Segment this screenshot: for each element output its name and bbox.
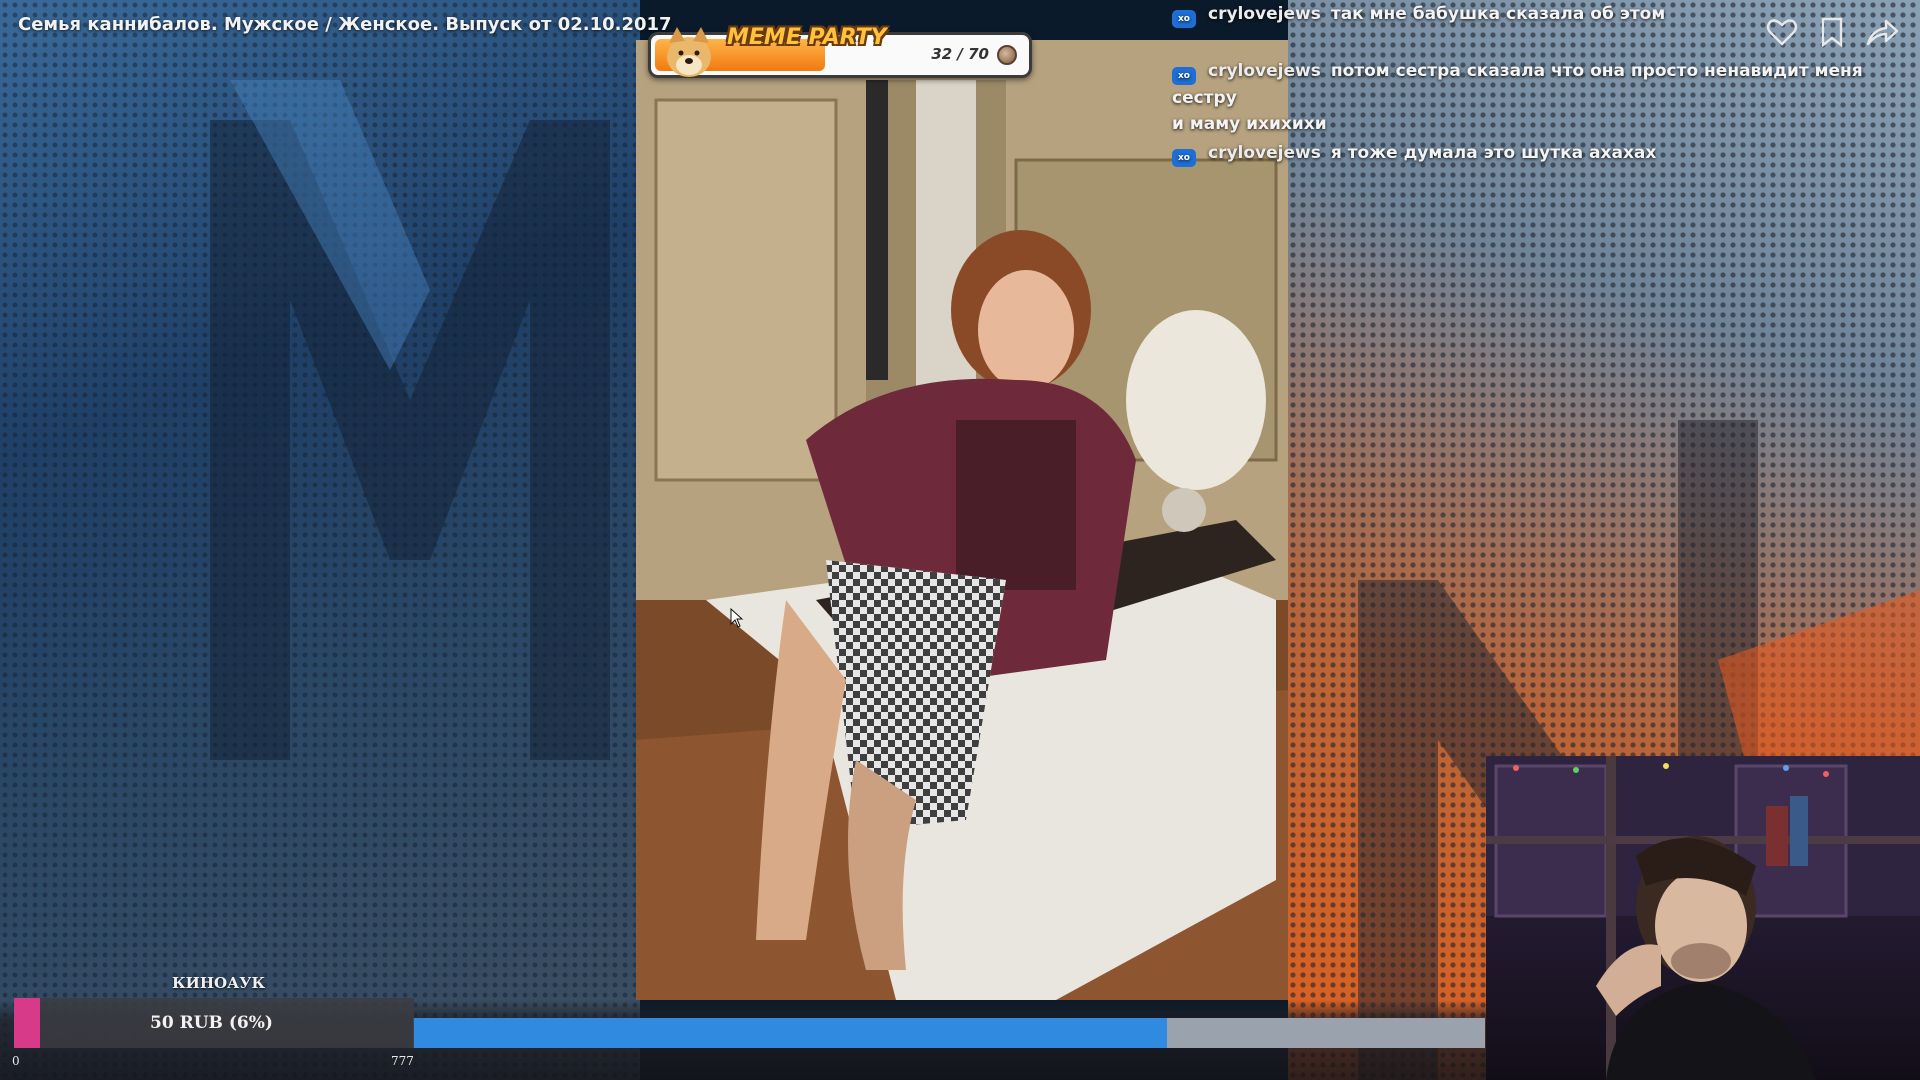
avatar-coin-icon	[997, 45, 1017, 65]
background-letter-m	[210, 80, 610, 760]
meme-party-widget: MEME PARTY 32 / 70	[648, 25, 1032, 78]
donation-scale-min: 0	[12, 1054, 20, 1068]
video-photo	[636, 40, 1288, 1000]
chat-badge-icon: xo	[1172, 10, 1196, 28]
doge-icon	[667, 27, 711, 77]
chat-text: я тоже думала это шутка ахахах	[1330, 143, 1657, 163]
share-icon[interactable]	[1864, 14, 1900, 50]
chat-text-continued: и маму ихихихи	[1172, 114, 1327, 134]
donation-scale-max: 777	[391, 1054, 414, 1068]
bookmark-icon[interactable]	[1814, 14, 1850, 50]
background-left-panel	[0, 0, 640, 1080]
meme-party-title: MEME PARTY	[727, 25, 887, 50]
video-progress-fill	[413, 1018, 1167, 1048]
chat-badge-icon: xo	[1172, 67, 1196, 85]
chat-message: xo crylovejews я тоже думала это шутка аха…	[1172, 140, 1892, 167]
chat-text: так мне бабушка сказала об этом	[1330, 4, 1666, 24]
video-progress-bar[interactable]	[413, 1018, 1485, 1048]
donation-amount: 50 RUB (6%)	[150, 1013, 273, 1033]
video-title: Семья каннибалов. Мужское / Женское. Вып…	[18, 14, 672, 35]
donation-bar-fill	[14, 998, 40, 1048]
webcam-scene	[1486, 756, 1920, 1080]
chat-message: xo crylovejews потом сестра сказала что он…	[1172, 58, 1892, 137]
donation-label: КИНОАУК	[172, 974, 266, 992]
photo-scene	[636, 40, 1288, 1000]
chat-username: crylovejews	[1208, 4, 1321, 24]
webcam-overlay	[1486, 756, 1920, 1080]
chat-badge-icon: xo	[1172, 149, 1196, 167]
chat-username: crylovejews	[1208, 143, 1321, 163]
video-actions	[1764, 14, 1900, 50]
mouse-cursor-icon	[730, 608, 744, 628]
meme-party-count: 32 / 70	[931, 45, 989, 63]
chat-username: crylovejews	[1208, 61, 1321, 81]
heart-icon[interactable]	[1764, 14, 1800, 50]
